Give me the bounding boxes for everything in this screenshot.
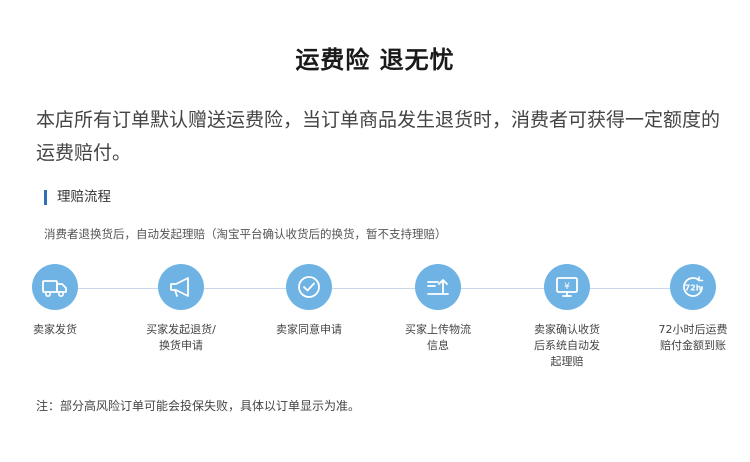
step-circle (415, 264, 461, 310)
footnote: 注：部分高风险订单可能会投保失败，具体以订单显示为准。 (36, 399, 361, 413)
step-label: 买家上传物流 信息 (405, 323, 471, 352)
step-label: 买家发起退货/ 换货申请 (146, 323, 216, 352)
check-circle-icon (298, 276, 320, 298)
clock-text: 72h (685, 284, 702, 293)
step-circle: ¥ (544, 264, 590, 310)
yen-symbol: ¥ (564, 282, 570, 292)
step-seller-agree: 卖家同意申请 (254, 264, 364, 338)
clock-72h-icon: 72h (683, 276, 704, 297)
step-label: 卖家同意申请 (276, 323, 342, 336)
step-ship: 卖家发货 (0, 264, 110, 338)
megaphone-icon (170, 277, 189, 297)
step-circle: 72h (670, 264, 716, 310)
step-label: 72小时后运费 赔付金额到账 (658, 323, 728, 352)
step-seller-confirm: ¥ 卖家确认收货 后系统自动发 起理赔 (512, 264, 622, 370)
step-circle (32, 264, 78, 310)
step-label: 卖家发货 (33, 323, 77, 336)
intro-text: 本店所有订单默认赠送运费险，当订单商品发生退货时，消费者可获得一定额度的运费赔付… (36, 109, 721, 164)
upload-icon (427, 279, 449, 295)
section-description: 消费者退换货后，自动发起理赔（淘宝平台确认收货后的换货，暂不支持理赔） (44, 227, 447, 241)
step-compensation: 72h 72小时后运费 赔付金额到账 (638, 264, 748, 354)
step-circle (158, 264, 204, 310)
section-title: 理赔流程 (44, 190, 111, 205)
page-title: 运费险 退无忧 (295, 46, 455, 74)
monitor-yen-icon: ¥ (556, 277, 578, 297)
step-upload-logistics: 买家上传物流 信息 (383, 264, 493, 354)
step-label: 卖家确认收货 后系统自动发 起理赔 (534, 323, 600, 368)
step-return-request: 买家发起退货/ 换货申请 (126, 264, 236, 354)
step-circle (286, 264, 332, 310)
truck-icon (42, 280, 67, 297)
